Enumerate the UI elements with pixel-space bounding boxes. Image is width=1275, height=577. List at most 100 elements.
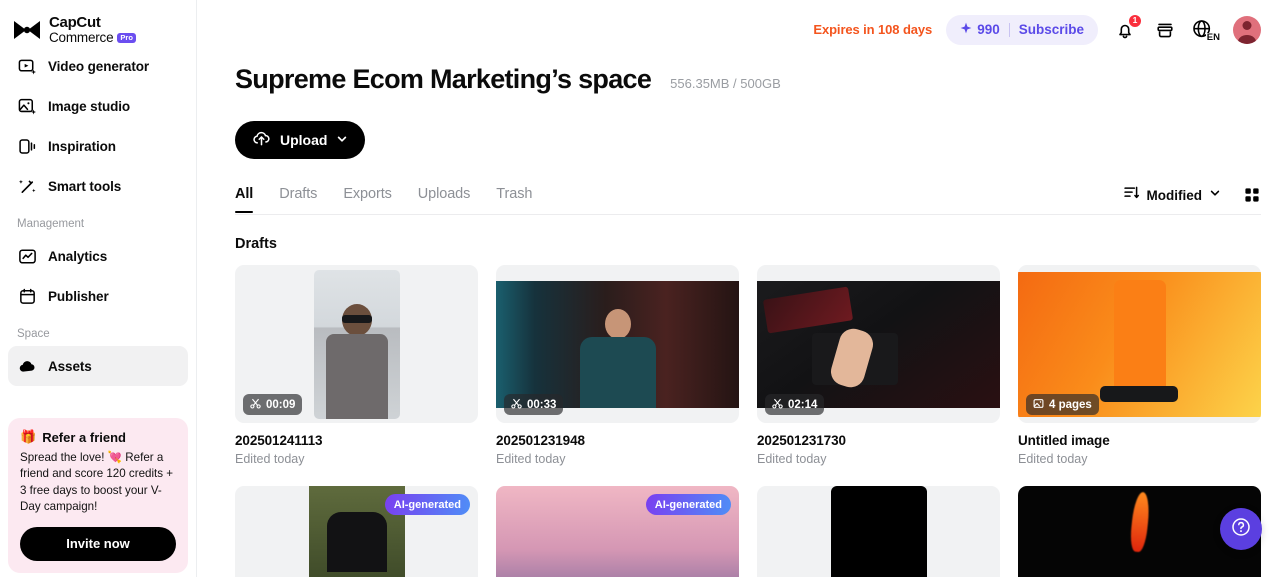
sidebar-item-label: Image studio xyxy=(48,98,131,114)
content-area: Supreme Ecom Marketing’s space 556.35MB … xyxy=(197,64,1275,577)
duration-text: 02:14 xyxy=(788,398,818,411)
tab-exports[interactable]: Exports xyxy=(343,186,392,212)
section-title: Drafts xyxy=(235,236,277,252)
credits-value: 990 xyxy=(960,22,1000,37)
question-mark-icon xyxy=(1230,516,1252,543)
language-selector[interactable]: EN xyxy=(1192,17,1220,43)
asset-thumbnail[interactable]: 00:33 xyxy=(496,265,739,423)
asset-card[interactable] xyxy=(757,486,1000,577)
brand-line2: Commerce xyxy=(49,29,114,45)
tab-uploads[interactable]: Uploads xyxy=(418,186,471,212)
user-avatar[interactable] xyxy=(1233,15,1261,44)
grid-view-toggle[interactable] xyxy=(1243,186,1261,204)
assets-grid: 00:09 202501241113 Edited today 00:33 20… xyxy=(235,265,1261,466)
asset-thumbnail[interactable]: AI-generated xyxy=(235,486,478,577)
upload-label: Upload xyxy=(280,132,328,148)
refer-a-friend-card: 🎁 Refer a friend Spread the love! 💘 Refe… xyxy=(8,418,188,573)
asset-thumbnail[interactable]: 02:14 xyxy=(757,265,1000,423)
sidebar-item-video-generator[interactable]: Video generator xyxy=(8,46,188,86)
sidebar-item-label: Video generator xyxy=(48,58,150,74)
pill-divider xyxy=(1008,22,1010,37)
page-title: Supreme Ecom Marketing’s space xyxy=(235,64,652,94)
thumbnail-art xyxy=(757,280,1000,408)
sidebar-item-assets[interactable]: Assets xyxy=(8,346,188,386)
thumbnail-art xyxy=(496,280,739,408)
expiry-notice: Expires in 108 days xyxy=(813,22,933,37)
asset-card[interactable]: AI-generated xyxy=(496,486,739,577)
language-code: EN xyxy=(1205,32,1220,43)
main-content: Expires in 108 days 990 Subscribe 1 EN S… xyxy=(197,0,1275,577)
scissors-icon xyxy=(772,398,783,412)
analytics-icon xyxy=(17,246,37,266)
asset-card[interactable]: 00:09 202501241113 Edited today xyxy=(235,265,478,466)
storage-usage: 556.35MB / 500GB xyxy=(670,76,781,91)
assets-grid-row2: AI-generated AI-generated xyxy=(235,486,1261,577)
asset-meta: Edited today xyxy=(235,452,305,466)
page-header: Supreme Ecom Marketing’s space 556.35MB … xyxy=(235,64,1261,95)
image-studio-icon xyxy=(17,96,37,116)
cloud-upload-icon xyxy=(252,129,271,151)
sidebar-item-label: Analytics xyxy=(48,248,108,264)
asset-thumbnail[interactable]: AI-generated xyxy=(496,486,739,577)
scissors-icon xyxy=(250,398,261,412)
pages-text: 4 pages xyxy=(1049,398,1092,411)
notifications-button[interactable]: 1 xyxy=(1112,13,1142,43)
sidebar-section-management: Management xyxy=(17,218,85,230)
upload-button[interactable]: Upload xyxy=(235,121,366,159)
duration-badge: 00:33 xyxy=(504,394,564,415)
asset-name: Untitled image xyxy=(1018,433,1110,448)
asset-card[interactable]: 02:14 202501231730 Edited today xyxy=(757,265,1000,466)
archive-button[interactable] xyxy=(1152,17,1178,43)
sidebar-item-label: Smart tools xyxy=(48,178,122,194)
notification-badge: 1 xyxy=(1128,13,1142,28)
sidebar-item-inspiration[interactable]: Inspiration xyxy=(8,126,188,166)
asset-meta: Edited today xyxy=(496,452,566,466)
thumbnail-art xyxy=(830,486,927,577)
chevron-down-icon xyxy=(336,132,348,148)
sidebar-item-label: Assets xyxy=(48,358,92,374)
app-root: CapCut Commerce Pro Video generator Imag… xyxy=(0,0,1275,577)
chevron-down-icon xyxy=(1209,186,1221,204)
invite-now-button[interactable]: Invite now xyxy=(20,526,176,561)
sidebar-item-label: Publisher xyxy=(48,288,109,304)
sidebar-item-image-studio[interactable]: Image studio xyxy=(8,86,188,126)
asset-thumbnail[interactable] xyxy=(757,486,1000,577)
pages-badge: 4 pages xyxy=(1026,394,1099,415)
credits-amount: 990 xyxy=(977,22,1000,37)
pro-badge: Pro xyxy=(117,32,136,43)
tab-drafts[interactable]: Drafts xyxy=(279,186,317,212)
tab-trash[interactable]: Trash xyxy=(496,186,532,212)
sidebar-section-space: Space xyxy=(17,328,50,340)
brand-logo[interactable]: CapCut Commerce Pro xyxy=(0,0,196,46)
help-button[interactable] xyxy=(1220,508,1262,550)
brand-line1: CapCut xyxy=(49,14,101,32)
toolbar-right: Modified xyxy=(1123,184,1262,214)
sort-control[interactable]: Modified xyxy=(1123,184,1222,206)
asset-card[interactable]: AI-generated xyxy=(235,486,478,577)
duration-badge: 00:09 xyxy=(243,394,303,415)
gift-icon: 🎁 xyxy=(20,429,37,444)
asset-name: 202501231948 xyxy=(496,433,585,448)
duration-badge: 02:14 xyxy=(765,394,825,415)
video-generator-icon xyxy=(17,56,37,76)
asset-card[interactable]: 00:33 202501231948 Edited today xyxy=(496,265,739,466)
asset-meta: Edited today xyxy=(757,452,827,466)
asset-meta: Edited today xyxy=(1018,452,1088,466)
capcut-logo-icon xyxy=(12,19,42,41)
sidebar: CapCut Commerce Pro Video generator Imag… xyxy=(0,0,197,577)
duration-text: 00:33 xyxy=(527,398,557,411)
sidebar-item-analytics[interactable]: Analytics xyxy=(8,236,188,276)
asset-card[interactable]: 4 pages Untitled image Edited today xyxy=(1018,265,1261,466)
tabs-toolbar: All Drafts Exports Uploads Trash Modifie… xyxy=(235,184,1261,215)
asset-thumbnail[interactable]: 4 pages xyxy=(1018,265,1261,423)
asset-thumbnail[interactable]: 00:09 xyxy=(235,265,478,423)
sidebar-item-publisher[interactable]: Publisher xyxy=(8,276,188,316)
sidebar-item-smart-tools[interactable]: Smart tools xyxy=(8,166,188,206)
smart-tools-icon xyxy=(17,176,37,196)
asset-name: 202501231730 xyxy=(757,433,846,448)
subscribe-button[interactable]: Subscribe xyxy=(1019,22,1084,37)
sidebar-item-label: Inspiration xyxy=(48,138,116,154)
tab-all[interactable]: All xyxy=(235,186,254,213)
ai-generated-badge: AI-generated xyxy=(645,494,731,515)
credits-subscribe-pill[interactable]: 990 Subscribe xyxy=(946,14,1098,45)
